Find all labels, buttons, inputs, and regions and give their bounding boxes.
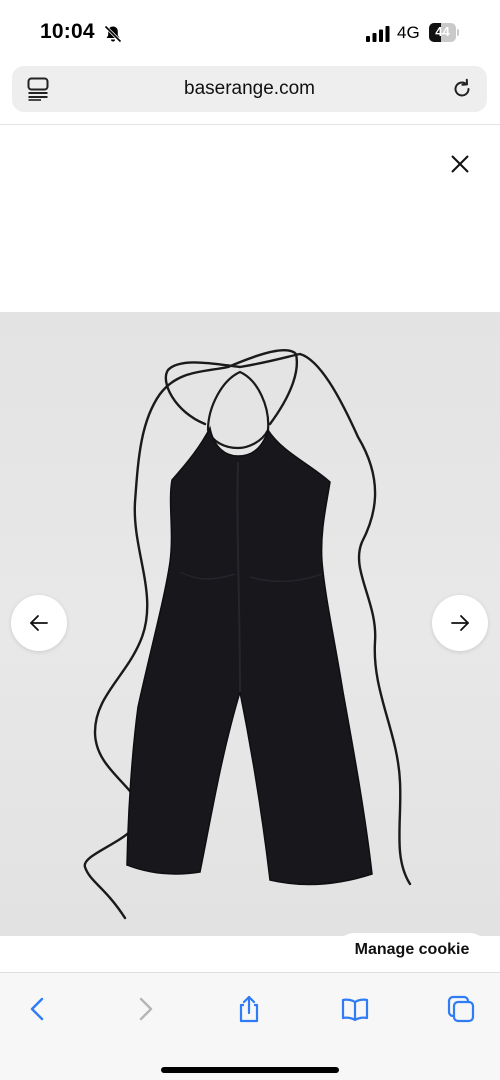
tabs-icon[interactable]: [446, 994, 476, 1024]
url-text[interactable]: baserange.com: [12, 78, 487, 100]
status-time: 10:04: [40, 20, 95, 43]
battery-percent: 44: [435, 24, 450, 39]
back-button[interactable]: [20, 991, 56, 1027]
battery-tip: [457, 29, 459, 36]
next-image-button[interactable]: [432, 595, 488, 651]
browser-toolbar: [0, 972, 500, 1080]
address-bar[interactable]: baserange.com: [12, 66, 487, 112]
toolbar-divider: [0, 124, 500, 125]
close-button[interactable]: [446, 150, 474, 178]
bell-slash-icon: [104, 25, 122, 43]
manage-cookie-label[interactable]: Manage cookie: [336, 941, 488, 959]
jumpsuit-illustration: [83, 349, 412, 920]
product-image: [0, 312, 500, 936]
home-indicator: [161, 1067, 339, 1073]
signal-icon: [366, 26, 390, 42]
share-button[interactable]: [231, 991, 267, 1027]
bookmarks-button[interactable]: [337, 991, 373, 1027]
share-icon[interactable]: [234, 994, 264, 1024]
tabs-button[interactable]: [443, 991, 479, 1027]
back-icon[interactable]: [23, 994, 53, 1024]
network-label: 4G: [397, 23, 420, 42]
previous-image-button[interactable]: [11, 595, 67, 651]
manage-cookie-button[interactable]: Manage cookie: [336, 933, 488, 969]
battery-indicator: 44: [429, 23, 459, 42]
arrow-left-icon[interactable]: [28, 612, 50, 634]
status-bar: 10:04 4G 44: [0, 0, 500, 62]
forward-button[interactable]: [127, 991, 163, 1027]
close-icon[interactable]: [446, 150, 474, 178]
battery-body: 44: [429, 23, 456, 42]
arrow-right-icon[interactable]: [449, 612, 471, 634]
forward-icon[interactable]: [130, 994, 160, 1024]
bookmarks-icon[interactable]: [340, 994, 370, 1024]
reload-icon[interactable]: [451, 78, 473, 100]
